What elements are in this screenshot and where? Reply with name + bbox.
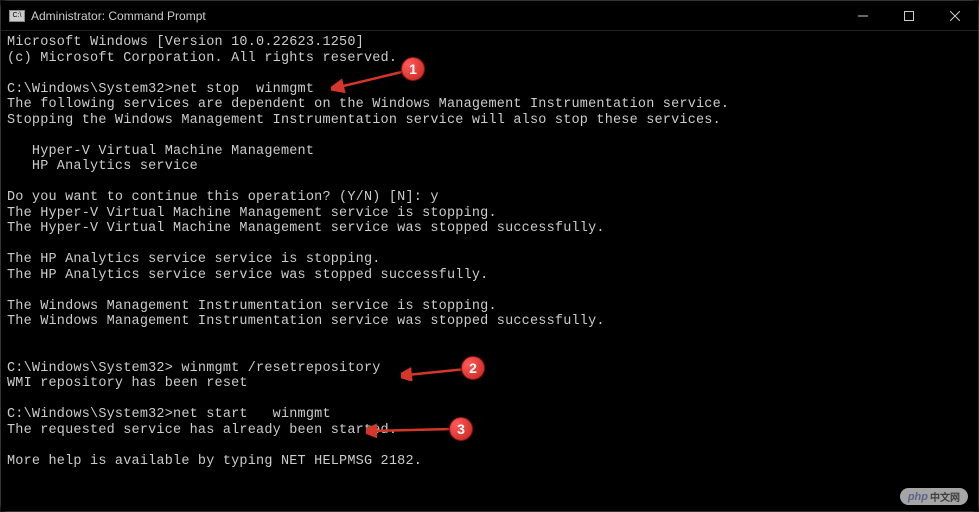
output-line: The HP Analytics service service is stop… [7,252,381,267]
callout-badge-1: 1 [401,57,425,81]
output-line: The following services are dependent on … [7,97,729,112]
output-line: The Windows Management Instrumentation s… [7,314,605,329]
output-line: The Windows Management Instrumentation s… [7,299,497,314]
prompt-line: C:\Windows\System32>net stop winmgmt [7,82,314,97]
output-line: The Hyper-V Virtual Machine Management s… [7,221,605,236]
output-line: The requested service has already been s… [7,423,397,438]
output-line: More help is available by typing NET HEL… [7,454,422,469]
title-left: C:\ Administrator: Command Prompt [9,9,206,23]
output-line: (c) Microsoft Corporation. All rights re… [7,51,397,66]
callout-badge-3: 3 [449,417,473,441]
watermark-text: 中文网 [930,489,960,504]
cmd-icon: C:\ [9,10,25,22]
output-line: Hyper-V Virtual Machine Management [7,144,314,159]
terminal-output[interactable]: Microsoft Windows [Version 10.0.22623.12… [1,31,978,511]
output-line: HP Analytics service [7,159,198,174]
output-line: The Hyper-V Virtual Machine Management s… [7,206,497,221]
window-controls [840,1,978,30]
watermark-brand: php [908,491,928,503]
watermark-pill: php 中文网 [900,488,968,505]
minimize-button[interactable] [840,1,886,30]
prompt-line: C:\Windows\System32>net start winmgmt [7,407,331,422]
maximize-button[interactable] [886,1,932,30]
output-line: Stopping the Windows Management Instrume… [7,113,721,128]
callout-badge-2: 2 [461,356,485,380]
prompt-line: C:\Windows\System32> winmgmt /resetrepos… [7,361,381,376]
watermark: php 中文网 [900,488,968,505]
output-line: Microsoft Windows [Version 10.0.22623.12… [7,35,364,50]
close-button[interactable] [932,1,978,30]
window-title: Administrator: Command Prompt [31,9,206,23]
output-line: Do you want to continue this operation? … [7,190,439,205]
output-line: WMI repository has been reset [7,376,248,391]
titlebar: C:\ Administrator: Command Prompt [1,1,978,31]
output-line: The HP Analytics service service was sto… [7,268,488,283]
